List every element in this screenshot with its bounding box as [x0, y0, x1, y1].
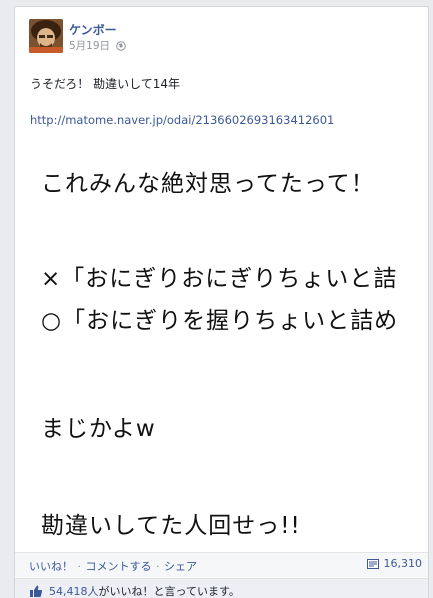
likes-suffix: がいいね！と言っています。	[98, 585, 240, 598]
share-button[interactable]: シェア	[164, 560, 197, 573]
avatar-image	[29, 19, 63, 53]
avatar[interactable]	[29, 19, 63, 53]
image-text-line-5: 勘違いしてた人回せっ!!	[41, 513, 301, 539]
globe-icon[interactable]	[116, 40, 126, 51]
post-card: ケンボー 5月19日 うそだろ！ 勘違いして14年 http://matome.…	[14, 6, 429, 598]
likes-count[interactable]: 54,418人	[49, 585, 99, 598]
post-link[interactable]: http://matome.naver.jp/odai/213660269316…	[30, 113, 334, 127]
post-date[interactable]: 5月19日	[69, 38, 110, 53]
image-text-line-2: ×「おにぎりおにぎりちょいと詰	[41, 266, 398, 292]
author-name[interactable]: ケンボー	[69, 21, 117, 38]
post-actions: いいね！ · コメントする · シェア	[29, 558, 197, 574]
post-meta: 5月19日	[69, 38, 126, 53]
share-icon	[366, 558, 379, 569]
comment-button[interactable]: コメントする	[86, 560, 152, 573]
post-text: うそだろ！ 勘違いして14年	[30, 77, 181, 91]
image-text-line-1: これみんな絶対思ってたって！	[41, 171, 375, 197]
post-image[interactable]: これみんな絶対思ってたって！ ×「おにぎりおにぎりちょいと詰 ○「おにぎりを握り…	[29, 144, 428, 548]
share-count-value: 16,310	[383, 557, 423, 570]
share-count[interactable]: 16,310	[366, 557, 423, 570]
image-text-line-3: ○「おにぎりを握りちょいと詰め	[41, 308, 399, 334]
likes-summary: 54,418人がいいね！と言っています。	[29, 583, 240, 598]
action-separator: ·	[152, 560, 163, 573]
post-actions-bar: いいね！ · コメントする · シェア 16,310	[15, 552, 428, 577]
action-separator: ·	[74, 560, 85, 573]
image-text-line-4: まじかよw	[41, 416, 156, 442]
thumbs-up-icon	[30, 585, 43, 597]
likes-bar: 54,418人がいいね！と言っています。	[15, 578, 428, 598]
like-button[interactable]: いいね！	[29, 560, 73, 573]
